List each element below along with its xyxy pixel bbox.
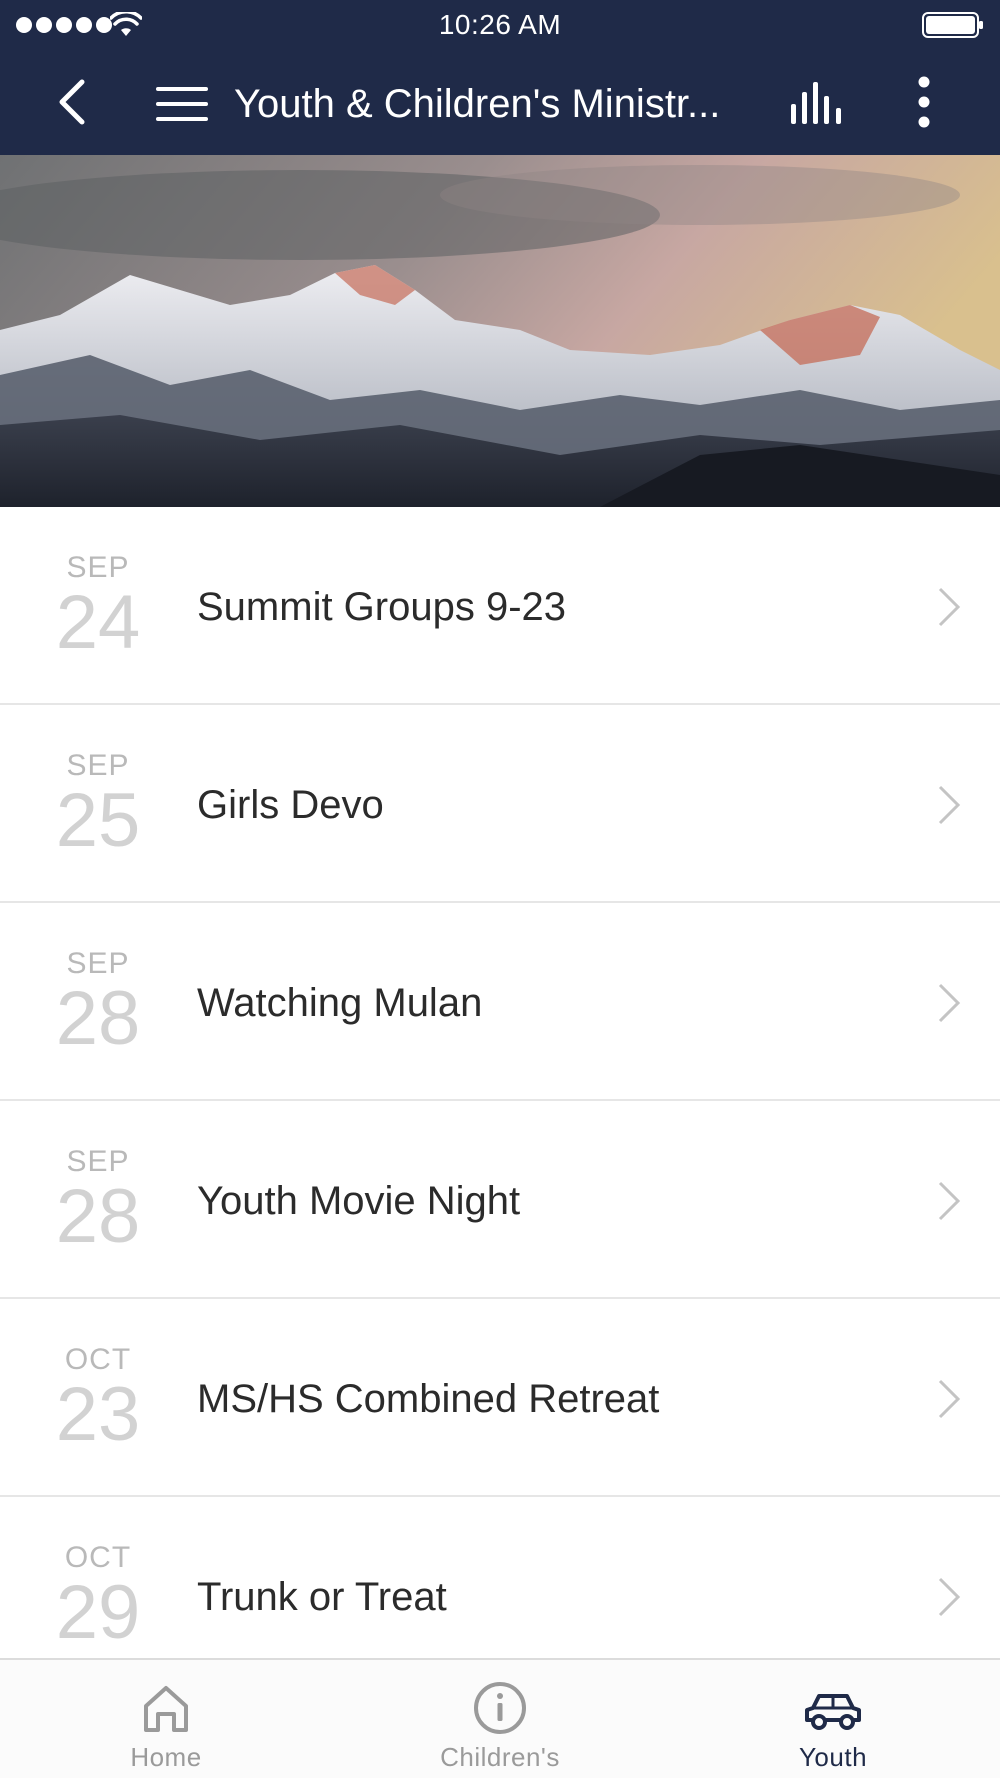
audio-bars-icon[interactable] bbox=[788, 80, 848, 126]
top-bar: 10:26 AM Youth & Children's Ministr... bbox=[0, 0, 1000, 155]
chevron-right-icon bbox=[938, 1181, 961, 1221]
status-bar: 10:26 AM bbox=[0, 0, 1000, 52]
event-day: 23 bbox=[55, 1372, 141, 1457]
event-day: 28 bbox=[55, 976, 141, 1061]
chevron-right-icon bbox=[938, 983, 961, 1023]
tab-home[interactable]: Home bbox=[66, 1660, 266, 1778]
tab-bar: Home Children's Youth bbox=[0, 1658, 1000, 1778]
event-list: SEP 24 Summit Groups 9-23 SEP 25 Girls D… bbox=[0, 507, 1000, 1695]
navigation-bar: Youth & Children's Ministr... bbox=[0, 52, 1000, 155]
battery-icon bbox=[922, 12, 983, 38]
info-icon bbox=[474, 1682, 526, 1734]
event-day: 29 bbox=[55, 1570, 141, 1655]
event-row[interactable]: SEP 28 Youth Movie Night bbox=[0, 1101, 1000, 1299]
event-day: 25 bbox=[55, 778, 141, 863]
event-title: Watching Mulan bbox=[197, 981, 483, 1025]
chevron-right-icon bbox=[938, 1379, 961, 1419]
event-title: Girls Devo bbox=[197, 783, 384, 827]
tab-label: Home bbox=[130, 1742, 202, 1772]
event-day: 28 bbox=[55, 1174, 141, 1259]
chevron-right-icon bbox=[938, 587, 961, 627]
event-title: Youth Movie Night bbox=[197, 1179, 521, 1223]
menu-icon[interactable] bbox=[154, 84, 210, 124]
tab-label: Youth bbox=[798, 1742, 868, 1772]
chevron-right-icon bbox=[938, 1577, 961, 1617]
event-title: Trunk or Treat bbox=[197, 1575, 447, 1619]
event-row[interactable]: SEP 28 Watching Mulan bbox=[0, 903, 1000, 1101]
hero-image bbox=[0, 155, 1000, 507]
tab-youth[interactable]: Youth bbox=[733, 1660, 933, 1778]
home-icon bbox=[144, 1686, 188, 1732]
page-title: Youth & Children's Ministr... bbox=[234, 82, 721, 126]
event-row[interactable]: SEP 24 Summit Groups 9-23 bbox=[0, 507, 1000, 705]
tab-childrens[interactable]: Children's bbox=[400, 1660, 600, 1778]
chevron-right-icon bbox=[938, 785, 961, 825]
more-options-icon[interactable] bbox=[908, 74, 940, 130]
status-time: 10:26 AM bbox=[438, 9, 562, 40]
event-row[interactable]: OCT 23 MS/HS Combined Retreat bbox=[0, 1299, 1000, 1497]
event-day: 24 bbox=[55, 580, 141, 665]
event-title: Summit Groups 9-23 bbox=[197, 585, 567, 629]
event-title: MS/HS Combined Retreat bbox=[197, 1377, 660, 1421]
tab-label: Children's bbox=[440, 1742, 560, 1772]
event-row[interactable]: SEP 25 Girls Devo bbox=[0, 705, 1000, 903]
back-button[interactable] bbox=[52, 76, 92, 128]
car-icon bbox=[805, 1694, 861, 1730]
